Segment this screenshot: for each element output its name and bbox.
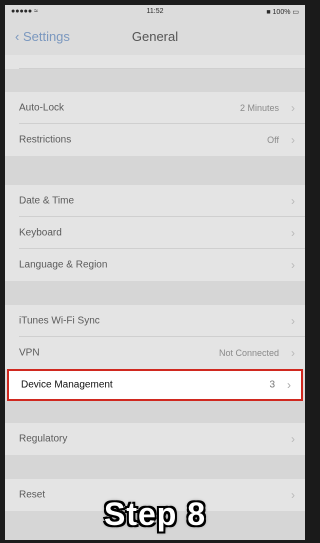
row-label: Auto-Lock: [19, 102, 65, 114]
row-value: Off: [267, 135, 279, 145]
chevron-right-icon: ›: [291, 258, 295, 272]
settings-row-device-management[interactable]: Device Management 3 ›: [7, 369, 303, 401]
section-gap: [5, 69, 305, 92]
row-label: Date & Time: [19, 195, 75, 207]
section-gap: [5, 401, 305, 423]
section-gap: [5, 455, 305, 479]
settings-row-keyboard[interactable]: Keyboard ›: [5, 217, 305, 249]
row-label: Restrictions: [19, 134, 72, 146]
settings-row-date-time[interactable]: Date & Time ›: [5, 185, 305, 217]
navigation-bar: ‹ Settings General: [5, 19, 305, 55]
status-bar: ●●●●● ≈ 11:52 ■ 100% ▭: [5, 5, 305, 19]
list-item-cut: [5, 55, 305, 69]
chevron-right-icon: ›: [287, 378, 291, 392]
chevron-right-icon: ›: [291, 314, 295, 328]
settings-screen: ●●●●● ≈ 11:52 ■ 100% ▭ ‹ Settings Genera…: [5, 5, 305, 540]
row-label: Keyboard: [19, 227, 62, 239]
chevron-right-icon: ›: [291, 226, 295, 240]
row-label: Device Management: [21, 379, 113, 391]
row-label: Language & Region: [19, 259, 108, 271]
section-gap: [5, 156, 305, 185]
row-label: VPN: [19, 347, 40, 359]
settings-row-vpn[interactable]: VPN Not Connected ›: [5, 337, 305, 369]
settings-row-language-region[interactable]: Language & Region ›: [5, 249, 305, 281]
section-gap: [5, 281, 305, 305]
device-frame: ●●●●● ≈ 11:52 ■ 100% ▭ ‹ Settings Genera…: [0, 0, 310, 543]
step-caption: Step 8: [103, 496, 207, 532]
settings-row-restrictions[interactable]: Restrictions Off ›: [5, 124, 305, 156]
row-value: 2 Minutes: [239, 103, 279, 113]
profile-count: 3: [269, 379, 275, 391]
row-value: Not Connected: [218, 348, 279, 358]
chevron-right-icon: ›: [291, 101, 295, 115]
settings-row-itunes-sync[interactable]: iTunes Wi-Fi Sync ›: [5, 305, 305, 337]
row-label: iTunes Wi-Fi Sync: [19, 315, 100, 327]
chevron-right-icon: ›: [291, 346, 295, 360]
chevron-right-icon: ›: [291, 133, 295, 147]
chevron-right-icon: ›: [291, 432, 295, 446]
chevron-right-icon: ›: [291, 194, 295, 208]
clock: 11:52: [146, 8, 164, 15]
page-title: General: [131, 29, 179, 44]
battery-indicator: ■ 100% ▭: [266, 9, 299, 16]
settings-row-regulatory[interactable]: Regulatory ›: [5, 423, 305, 455]
settings-row-auto-lock[interactable]: Auto-Lock 2 Minutes ›: [5, 92, 305, 124]
row-label: Regulatory: [19, 433, 68, 445]
